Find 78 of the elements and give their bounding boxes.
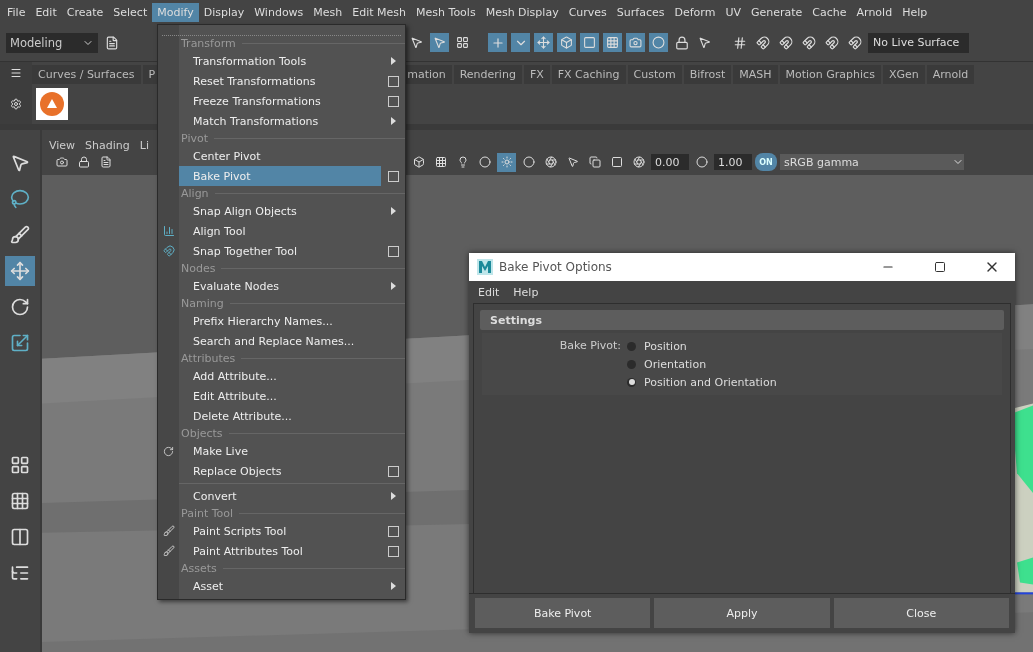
menu-item[interactable]: Delete Attribute...	[179, 406, 381, 426]
menu-item[interactable]: Mesh Tools	[411, 2, 481, 22]
menu-item[interactable]: Edit Attribute...	[179, 386, 381, 406]
shelf-tab[interactable]: FX	[523, 65, 550, 84]
menu-item[interactable]: Edit Mesh	[347, 2, 412, 22]
workspace-dropdown[interactable]: Modeling	[6, 32, 98, 53]
radio-label: Position	[644, 339, 687, 353]
menu-item[interactable]: Match Transformations	[179, 111, 381, 131]
menu-item[interactable]: Reset Transformations	[179, 71, 381, 91]
menu-item[interactable]: Generate	[745, 2, 808, 22]
menu-item[interactable]: Center Pivot	[179, 146, 381, 166]
menu-item[interactable]: Make Live	[179, 441, 381, 461]
menu-section-label: Objects	[180, 427, 224, 440]
menu-item[interactable]: Asset	[179, 576, 381, 596]
dialog-button[interactable]: Apply	[654, 598, 830, 628]
shelf-tab[interactable]: Arnold	[926, 65, 975, 84]
menu-section-label: Paint Tool	[180, 507, 235, 520]
menu-item[interactable]: Convert	[179, 486, 381, 506]
shelf-tab[interactable]: XGen	[882, 65, 925, 84]
dialog-menu[interactable]: Help	[513, 285, 539, 299]
menu-item[interactable]: Paint Attributes Tool	[179, 541, 381, 561]
dialog-button[interactable]: Bake Pivot	[475, 598, 651, 628]
menu-item[interactable]: Edit	[30, 2, 62, 22]
menu-item[interactable]: Windows	[249, 2, 309, 22]
menu-item[interactable]: File	[2, 2, 31, 22]
menu-item[interactable]: Surfaces	[611, 2, 670, 22]
radio-label: Orientation	[644, 357, 707, 371]
menu-item[interactable]: Display	[198, 2, 250, 22]
gamma-field[interactable]: 1.00	[714, 154, 752, 170]
viewport-menu[interactable]: Li	[139, 139, 149, 152]
dialog-button[interactable]: Close	[833, 598, 1009, 628]
menu-item[interactable]: Mesh	[308, 2, 348, 22]
viewport-menu[interactable]: View	[49, 139, 76, 152]
field-label: Bake Pivot:	[558, 339, 622, 353]
menu-item[interactable]: Select	[108, 2, 153, 22]
shelf-tab[interactable]: Rendering	[453, 65, 522, 84]
shelf-tab[interactable]: Motion Graphics	[779, 65, 881, 84]
shelf-tab[interactable]: MASH	[733, 65, 778, 84]
shelf-tab[interactable]: FX Caching	[551, 65, 626, 84]
menu-item[interactable]: Arnold	[851, 2, 898, 22]
menu-item[interactable]: Create	[61, 2, 109, 22]
menu-section-label: Pivot	[180, 132, 209, 145]
menu-item[interactable]: Paint Scripts Tool	[179, 521, 381, 541]
menu-section-label: Transform	[180, 37, 237, 50]
menu-item[interactable]: Curves	[563, 2, 612, 22]
menu-section-label: Assets	[180, 562, 218, 575]
menu-item[interactable]: Add Attribute...	[179, 366, 381, 386]
shelf-tab[interactable]: Curves / Surfaces	[32, 65, 141, 84]
menu-item[interactable]: Snap Together Tool	[179, 241, 381, 261]
menu-item[interactable]: Transformation Tools	[179, 51, 381, 71]
view-transform-dropdown[interactable]: sRGB gamma	[780, 154, 964, 170]
menu-section-label: Align	[180, 187, 210, 200]
menu-item[interactable]: Replace Objects	[179, 461, 381, 481]
section-header[interactable]: Settings	[480, 310, 1004, 330]
menu-item[interactable]: Snap Align Objects	[179, 201, 381, 221]
menu-item[interactable]: Search and Replace Names...	[179, 331, 381, 351]
menu-item[interactable]: Help	[897, 2, 933, 22]
menu-item[interactable]: Align Tool	[179, 221, 381, 241]
menu-section-label: Nodes	[180, 262, 217, 275]
dialog-menu[interactable]: Edit	[478, 285, 500, 299]
exposure-field[interactable]: 0.00	[651, 154, 689, 170]
live-surface-field[interactable]: No Live Surface	[868, 32, 969, 53]
viewport-menu[interactable]: Shading	[85, 139, 130, 152]
menu-item[interactable]: Deform	[669, 2, 721, 22]
radio-label: Position and Orientation	[644, 375, 777, 389]
menu-section-label: Attributes	[180, 352, 237, 365]
menu-item[interactable]: Prefix Hierarchy Names...	[179, 311, 381, 331]
window-title: Bake Pivot Options	[499, 260, 613, 274]
menu-item[interactable]: Mesh Display	[480, 2, 564, 22]
menu-item[interactable]: Freeze Transformations	[179, 91, 381, 111]
menu-item[interactable]: Cache	[807, 2, 852, 22]
menu-section-label: Naming	[180, 297, 225, 310]
menu-item[interactable]: UV	[720, 2, 746, 22]
menu-item[interactable]: Evaluate Nodes	[179, 276, 381, 296]
color-management-button[interactable]: ON	[755, 153, 777, 171]
shelf-tab[interactable]: Custom	[627, 65, 682, 84]
menu-item[interactable]: Bake Pivot	[179, 166, 381, 186]
shelf-tab[interactable]: Bifrost	[683, 65, 732, 84]
